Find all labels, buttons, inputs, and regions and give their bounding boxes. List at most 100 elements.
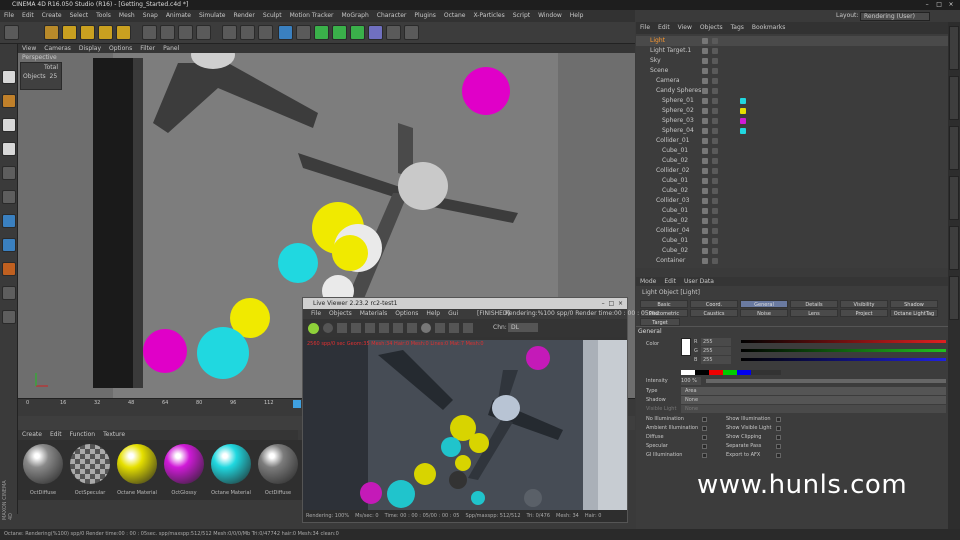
check-icon[interactable]: [712, 118, 718, 124]
lv-save-icon[interactable]: [407, 323, 417, 333]
check-icon[interactable]: [712, 88, 718, 94]
attr-tab[interactable]: Basic: [640, 300, 688, 308]
attr-tab[interactable]: Details: [790, 300, 838, 308]
check-icon[interactable]: [712, 68, 718, 74]
object-row[interactable]: Camera: [636, 76, 948, 86]
left-tool-icon[interactable]: [2, 238, 16, 252]
lv-reset-icon[interactable]: [323, 323, 333, 333]
lv-menu-item-4[interactable]: Help: [426, 310, 440, 317]
attr-menu-item-1[interactable]: Edit: [664, 278, 676, 285]
playhead[interactable]: [293, 400, 301, 408]
rgb-channel-field[interactable]: 255: [701, 347, 731, 355]
object-row[interactable]: Cube_02: [636, 156, 948, 166]
object-row[interactable]: Cube_02: [636, 246, 948, 256]
visibility-icon[interactable]: [702, 128, 708, 134]
check-icon[interactable]: [712, 208, 718, 214]
left-tool-icon[interactable]: [2, 70, 16, 84]
menu-item-9[interactable]: Render: [233, 12, 254, 19]
toolbar-tool-icon[interactable]: [196, 25, 211, 40]
check-icon[interactable]: [712, 258, 718, 264]
toolbar-tool-icon[interactable]: [350, 25, 365, 40]
objmgr-menu-item-1[interactable]: Edit: [658, 24, 670, 31]
left-tool-icon[interactable]: [2, 214, 16, 228]
check-icon[interactable]: [712, 248, 718, 254]
lv-pick-icon[interactable]: [435, 323, 445, 333]
side-tab[interactable]: [949, 226, 959, 270]
toolbar-tool-icon[interactable]: [332, 25, 347, 40]
lv-lock-icon[interactable]: [393, 323, 403, 333]
material-swatch[interactable]: OctSpecular: [67, 442, 113, 498]
material-tag-icon[interactable]: [740, 128, 746, 134]
object-row[interactable]: Light: [636, 36, 948, 46]
left-tool-icon[interactable]: [2, 166, 16, 180]
object-row[interactable]: Sphere_02: [636, 106, 948, 116]
lv-menu-item-5[interactable]: Gui: [448, 310, 458, 317]
checkbox[interactable]: [776, 453, 781, 458]
menu-item-7[interactable]: Animate: [166, 12, 191, 19]
visibility-icon[interactable]: [702, 148, 708, 154]
checkbox[interactable]: [702, 453, 707, 458]
toolbar-tool-icon[interactable]: [62, 25, 77, 40]
object-row[interactable]: Candy Spheres: [636, 86, 948, 96]
check-icon[interactable]: [712, 138, 718, 144]
object-row[interactable]: Container: [636, 256, 948, 266]
toolbar-tool-icon[interactable]: [368, 25, 383, 40]
objmgr-menu-item-0[interactable]: File: [640, 24, 650, 31]
menu-item-15[interactable]: Octane: [444, 12, 466, 19]
checkbox[interactable]: [702, 417, 707, 422]
checkbox[interactable]: [776, 417, 781, 422]
toolbar-tool-icon[interactable]: [142, 25, 157, 40]
close-button[interactable]: ×: [946, 0, 956, 10]
material-swatch[interactable]: Octane Material: [114, 442, 160, 498]
object-row[interactable]: Light Target.1: [636, 46, 948, 56]
live-viewer-controls[interactable]: – □ ×: [602, 298, 623, 309]
attr-tab[interactable]: Caustics: [690, 309, 738, 317]
attr-tab[interactable]: Octane LightTag: [890, 309, 938, 317]
visibility-icon[interactable]: [702, 38, 708, 44]
left-tool-icon[interactable]: [2, 94, 16, 108]
viewport-menu-item-0[interactable]: View: [22, 45, 36, 52]
visibility-icon[interactable]: [702, 138, 708, 144]
material-menu-item-0[interactable]: Create: [22, 431, 42, 438]
object-row[interactable]: Sphere_01: [636, 96, 948, 106]
check-icon[interactable]: [712, 148, 718, 154]
objmgr-menu-item-4[interactable]: Tags: [731, 24, 744, 31]
check-icon[interactable]: [712, 218, 718, 224]
lv-stop-icon[interactable]: [351, 323, 361, 333]
object-row[interactable]: Sphere_04: [636, 126, 948, 136]
menu-item-19[interactable]: Help: [570, 12, 584, 19]
side-tab[interactable]: [949, 126, 959, 170]
lv-menu-item-3[interactable]: Options: [395, 310, 418, 317]
check-icon[interactable]: [712, 158, 718, 164]
checkbox[interactable]: [702, 444, 707, 449]
checkbox[interactable]: [702, 435, 707, 440]
check-icon[interactable]: [712, 108, 718, 114]
toolbar-tool-icon[interactable]: [240, 25, 255, 40]
menu-item-8[interactable]: Simulate: [199, 12, 226, 19]
lv-menu-item-2[interactable]: Materials: [360, 310, 388, 317]
rgb-channel-slider[interactable]: [741, 358, 946, 361]
material-swatch[interactable]: OctGlossy: [161, 442, 207, 498]
menu-item-12[interactable]: MoGraph: [342, 12, 369, 19]
toolbar-tool-icon[interactable]: [98, 25, 113, 40]
visibility-icon[interactable]: [702, 248, 708, 254]
lv-region-icon[interactable]: [365, 323, 375, 333]
menu-item-13[interactable]: Character: [377, 12, 407, 19]
visibility-icon[interactable]: [702, 98, 708, 104]
visibility-icon[interactable]: [702, 258, 708, 264]
object-row[interactable]: Collider_01: [636, 136, 948, 146]
attr-tab[interactable]: Lens: [790, 309, 838, 317]
material-tag-icon[interactable]: [740, 118, 746, 124]
attr-tab[interactable]: Visibility: [840, 300, 888, 308]
lv-menu-item-1[interactable]: Objects: [329, 310, 352, 317]
visibility-icon[interactable]: [702, 118, 708, 124]
maximize-button[interactable]: □: [934, 0, 944, 10]
rgb-channel-field[interactable]: 255: [701, 338, 731, 346]
checkbox[interactable]: [776, 435, 781, 440]
object-row[interactable]: Sky: [636, 56, 948, 66]
check-icon[interactable]: [712, 228, 718, 234]
live-viewer-window[interactable]: Live Viewer 2.23.2 rc2-test1 – □ × File O…: [302, 297, 659, 523]
toolbar-tool-icon[interactable]: [296, 25, 311, 40]
check-icon[interactable]: [712, 198, 718, 204]
visibility-icon[interactable]: [702, 198, 708, 204]
